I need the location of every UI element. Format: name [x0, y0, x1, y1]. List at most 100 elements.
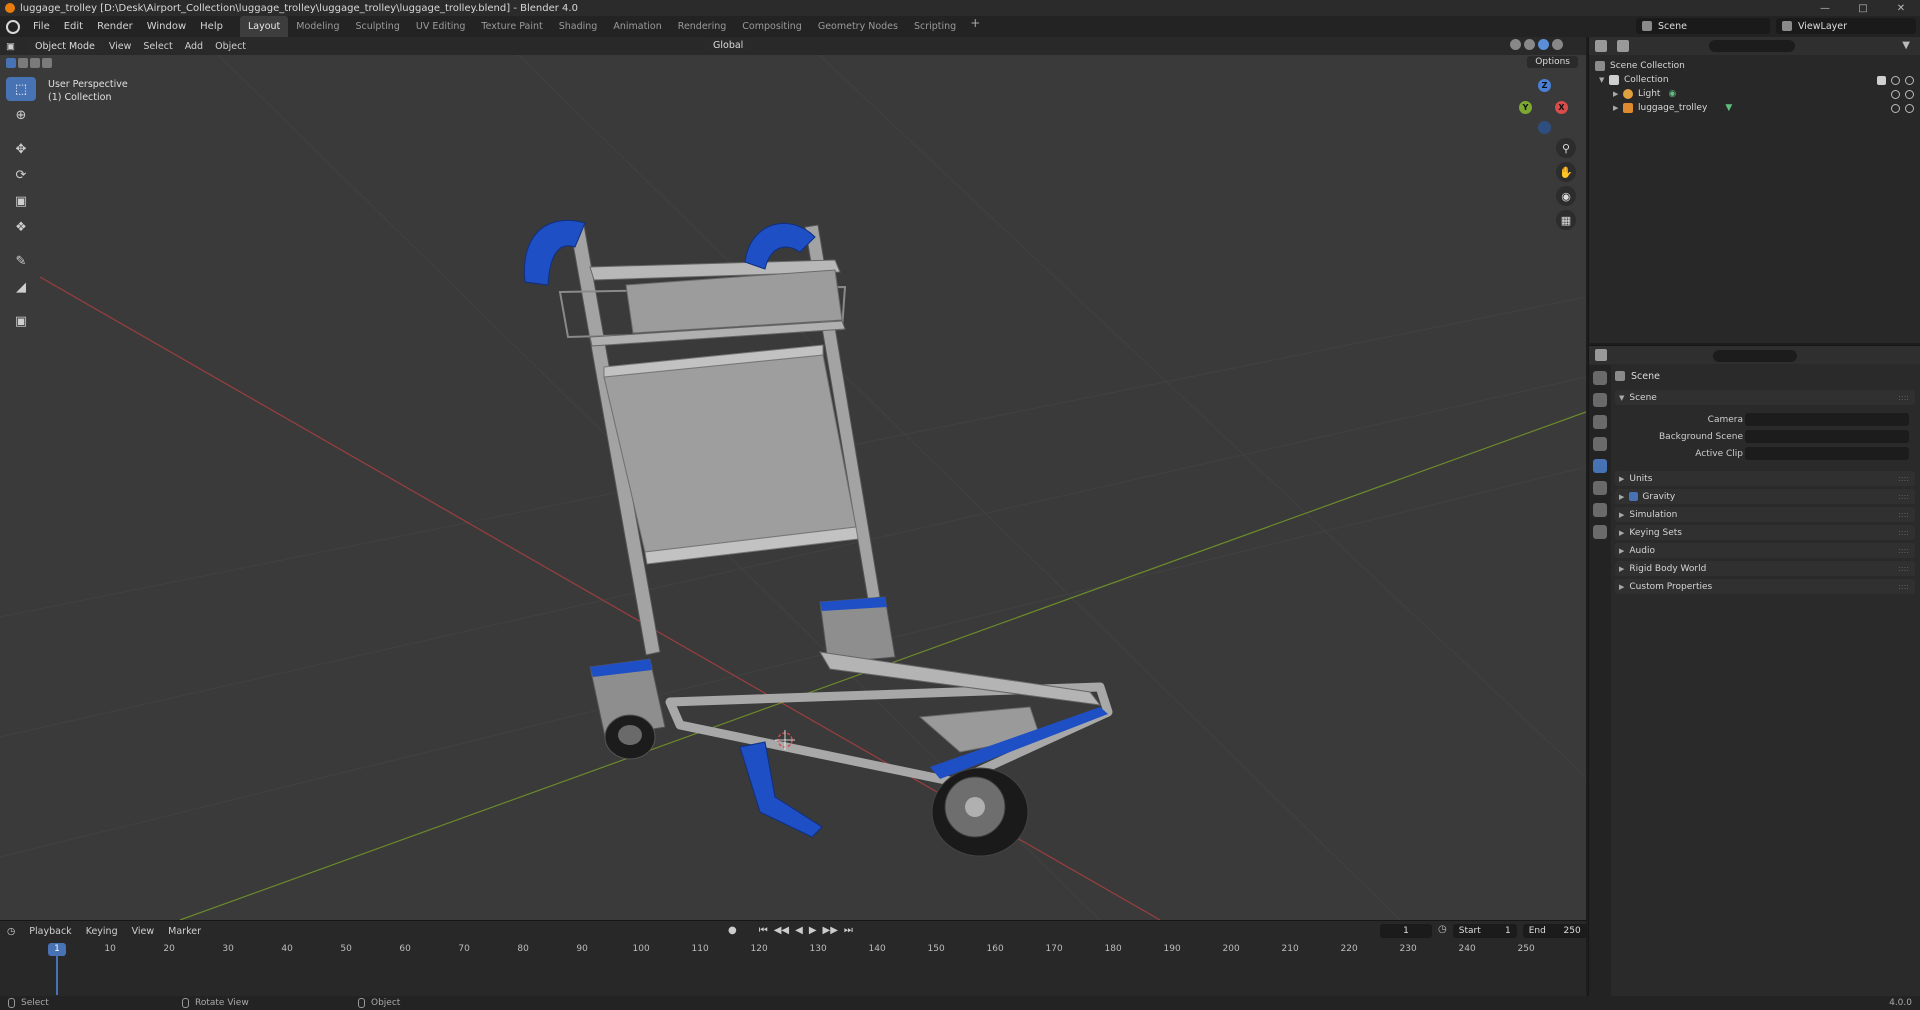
properties-editor-type-icon[interactable] [1595, 349, 1607, 361]
tool-tab-icon[interactable] [1593, 371, 1607, 385]
panel-audio[interactable]: ▶ Audio :::: [1615, 543, 1915, 558]
playhead-frame-indicator[interactable]: 1 [48, 943, 66, 956]
add-cube-tool-icon[interactable]: ▣ [6, 309, 36, 333]
menu-edit[interactable]: Edit [57, 16, 90, 37]
tab-scripting[interactable]: Scripting [906, 16, 964, 37]
pan-hand-icon[interactable]: ✋ [1556, 162, 1576, 182]
filter-icon[interactable]: ▼ [1902, 40, 1910, 51]
menu-marker[interactable]: Marker [161, 926, 208, 937]
light-expand-icon[interactable]: ▶ [1613, 90, 1623, 98]
active-clip-field[interactable] [1745, 447, 1909, 460]
light-data-icon[interactable]: ◉ [1668, 89, 1676, 99]
visibility-eye-icon[interactable] [1891, 75, 1900, 85]
menu-file[interactable]: File [26, 16, 57, 37]
panel-rigid-body-world[interactable]: ▶ Rigid Body World :::: [1615, 561, 1915, 576]
measure-tool-icon[interactable]: ◢ [6, 275, 36, 299]
tab-sculpting[interactable]: Sculpting [347, 16, 407, 37]
outliner-item-light[interactable]: ▶ Light ◉ [1589, 87, 1920, 101]
play-reverse-icon[interactable]: ◀ [795, 925, 803, 936]
luggage-trolley-object[interactable] [523, 219, 1113, 857]
viewport-scene[interactable] [0, 37, 1586, 920]
restore-icon[interactable]: □ [1844, 0, 1882, 16]
panel-grip-icon[interactable]: :::: [1898, 393, 1909, 402]
playhead-line[interactable] [56, 956, 58, 995]
start-frame-field[interactable]: Start 1 [1452, 924, 1517, 938]
camera-view-icon[interactable]: ◉ [1556, 186, 1576, 206]
panel-units[interactable]: ▶ Units :::: [1615, 471, 1915, 486]
select-new-icon[interactable] [6, 58, 16, 68]
cursor-tool-icon[interactable]: ⊕ [6, 103, 36, 127]
view-layer-tab-icon[interactable] [1593, 437, 1607, 451]
current-frame-field[interactable]: 1 [1380, 924, 1432, 938]
next-keyframe-icon[interactable]: ▶▶ [823, 925, 838, 936]
render-tab-icon[interactable] [1593, 393, 1607, 407]
menu-playback[interactable]: Playback [22, 926, 78, 937]
panel-keying-sets[interactable]: ▶ Keying Sets :::: [1615, 525, 1915, 540]
object-mode-dropdown[interactable]: Object Mode [26, 39, 103, 53]
gizmo-neg-z-axis[interactable] [1538, 121, 1551, 134]
light-render-camera-icon[interactable] [1905, 89, 1914, 99]
panel-scene[interactable]: ▼ Scene :::: [1615, 390, 1915, 405]
gizmo-z-axis[interactable]: Z [1538, 79, 1551, 92]
menu-keying[interactable]: Keying [79, 926, 125, 937]
menu-add[interactable]: Add [179, 40, 209, 53]
blender-logo-icon[interactable] [6, 19, 20, 34]
timeline-editor-type-icon[interactable]: ◷ [0, 926, 22, 937]
tab-uv-editing[interactable]: UV Editing [408, 16, 474, 37]
solid-shading-icon[interactable] [1524, 39, 1535, 50]
trolley-render-camera-icon[interactable] [1905, 103, 1914, 113]
display-mode-icon[interactable] [1617, 40, 1629, 52]
material-preview-shading-icon[interactable] [1538, 39, 1549, 50]
navigation-gizmo[interactable]: Z X Y [1515, 77, 1575, 137]
play-icon[interactable]: ▶ [809, 925, 817, 936]
select-box-tool-icon[interactable]: ⬚ [6, 77, 36, 101]
background-scene-field[interactable] [1745, 430, 1909, 443]
annotate-tool-icon[interactable]: ✎ [6, 249, 36, 273]
outliner-editor-type-icon[interactable] [1595, 40, 1607, 52]
menu-view[interactable]: View [103, 40, 138, 53]
minimize-icon[interactable]: — [1806, 0, 1844, 16]
menu-timeline-view[interactable]: View [125, 926, 162, 937]
world-tab-icon[interactable] [1593, 481, 1607, 495]
mesh-data-icon[interactable]: ▼ [1725, 103, 1732, 113]
viewlayer-selector[interactable]: ViewLayer [1776, 18, 1916, 34]
timeline-ruler[interactable]: 10 20 30 40 50 60 70 80 90 100 110 120 130 140 150 160 1… [0, 941, 1586, 997]
properties-search-input[interactable] [1713, 350, 1797, 362]
select-subtract-icon[interactable] [30, 58, 40, 68]
menu-window[interactable]: Window [140, 16, 193, 37]
outliner-editor[interactable]: ▼ Scene Collection ▼ Collection ▶ Light … [1588, 37, 1920, 343]
select-extend-icon[interactable] [18, 58, 28, 68]
outliner-scene-collection[interactable]: Scene Collection [1589, 59, 1920, 73]
tab-texture-paint[interactable]: Texture Paint [473, 16, 550, 37]
tab-shading[interactable]: Shading [551, 16, 606, 37]
panel-gravity[interactable]: ▶ Gravity :::: [1615, 489, 1915, 504]
menu-object[interactable]: Object [209, 40, 252, 53]
add-workspace-button[interactable]: + [964, 16, 986, 37]
scale-tool-icon[interactable]: ▣ [6, 189, 36, 213]
end-frame-field[interactable]: End 250 [1522, 924, 1587, 938]
tab-layout[interactable]: Layout [239, 16, 289, 37]
wireframe-shading-icon[interactable] [1510, 39, 1521, 50]
exclude-checkbox-icon[interactable] [1877, 75, 1886, 85]
scene-selector[interactable]: Scene [1636, 18, 1770, 34]
tab-compositing[interactable]: Compositing [734, 16, 810, 37]
outliner-search-input[interactable] [1709, 40, 1795, 52]
render-camera-icon[interactable] [1905, 75, 1914, 85]
jump-start-icon[interactable]: ⏮ [759, 925, 768, 936]
transform-tool-icon[interactable]: ❖ [6, 215, 36, 239]
collection-tab-icon[interactable] [1593, 503, 1607, 517]
ortho-grid-icon[interactable]: ▦ [1556, 210, 1576, 230]
rendered-shading-icon[interactable] [1552, 39, 1563, 50]
panel-simulation[interactable]: ▶ Simulation :::: [1615, 507, 1915, 522]
timeline-editor[interactable]: ◷ Playback Keying View Marker ● ⏮ ◀◀ ◀ ▶… [0, 920, 1587, 997]
rotate-tool-icon[interactable]: ⟳ [6, 163, 36, 187]
record-icon[interactable]: ● [728, 925, 737, 936]
transform-orientation-dropdown[interactable]: Global [705, 39, 752, 52]
options-dropdown[interactable]: Options [1527, 56, 1578, 68]
prev-keyframe-icon[interactable]: ◀◀ [774, 925, 789, 936]
outliner-collection[interactable]: ▼ Collection [1589, 73, 1920, 87]
trolley-expand-icon[interactable]: ▶ [1613, 104, 1623, 112]
menu-render[interactable]: Render [90, 16, 140, 37]
tab-animation[interactable]: Animation [605, 16, 669, 37]
tab-modeling[interactable]: Modeling [288, 16, 347, 37]
